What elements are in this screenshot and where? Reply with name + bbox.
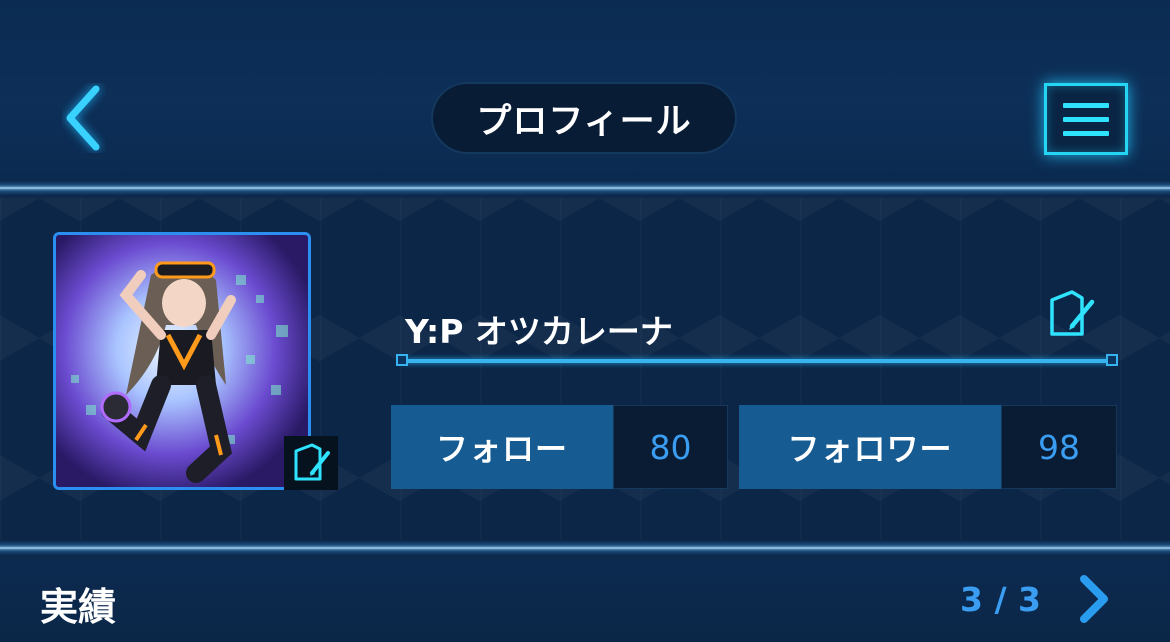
follow-stat[interactable]: フォロー 80 [391, 405, 728, 489]
hamburger-menu-icon-bar [1063, 130, 1109, 136]
name-edit-button[interactable] [1044, 286, 1100, 342]
page-title: プロフィール [431, 82, 737, 154]
avatar-edit-button[interactable] [284, 436, 338, 490]
edit-icon [1050, 290, 1095, 336]
page-title-text: プロフィール [476, 101, 692, 142]
achievements-title: 実績 [40, 585, 117, 629]
name-underline-cap-right [1106, 354, 1118, 366]
name-underline-cap-left [396, 354, 408, 366]
profile-screen: プロフィール Y:P オツカレーナ フォロー 80 フォロワー 98 実績 3 … [0, 0, 1170, 642]
avatar[interactable] [53, 232, 311, 490]
page-indicator: 3 / 3 [960, 580, 1041, 619]
header-divider [0, 180, 1170, 196]
chevron-left-icon [66, 85, 100, 151]
follower-count: 98 [1001, 405, 1117, 489]
name-underline-bar [404, 359, 1110, 363]
next-page-button[interactable] [1068, 572, 1118, 626]
player-name: Y:P オツカレーナ [405, 312, 673, 351]
follower-label: フォロワー [739, 405, 1001, 489]
back-button[interactable] [44, 78, 124, 158]
chevron-right-icon [1080, 575, 1108, 623]
name-underline [396, 354, 1118, 366]
follower-stat[interactable]: フォロワー 98 [739, 405, 1117, 489]
follow-label: フォロー [391, 405, 613, 489]
edit-icon [294, 443, 330, 481]
follow-count: 80 [613, 405, 728, 489]
hamburger-menu-icon [1063, 102, 1109, 108]
hamburger-menu-icon-bar [1063, 116, 1109, 122]
panel-divider [0, 540, 1170, 556]
character-avatar-image [56, 235, 308, 487]
menu-button[interactable] [1044, 83, 1128, 155]
